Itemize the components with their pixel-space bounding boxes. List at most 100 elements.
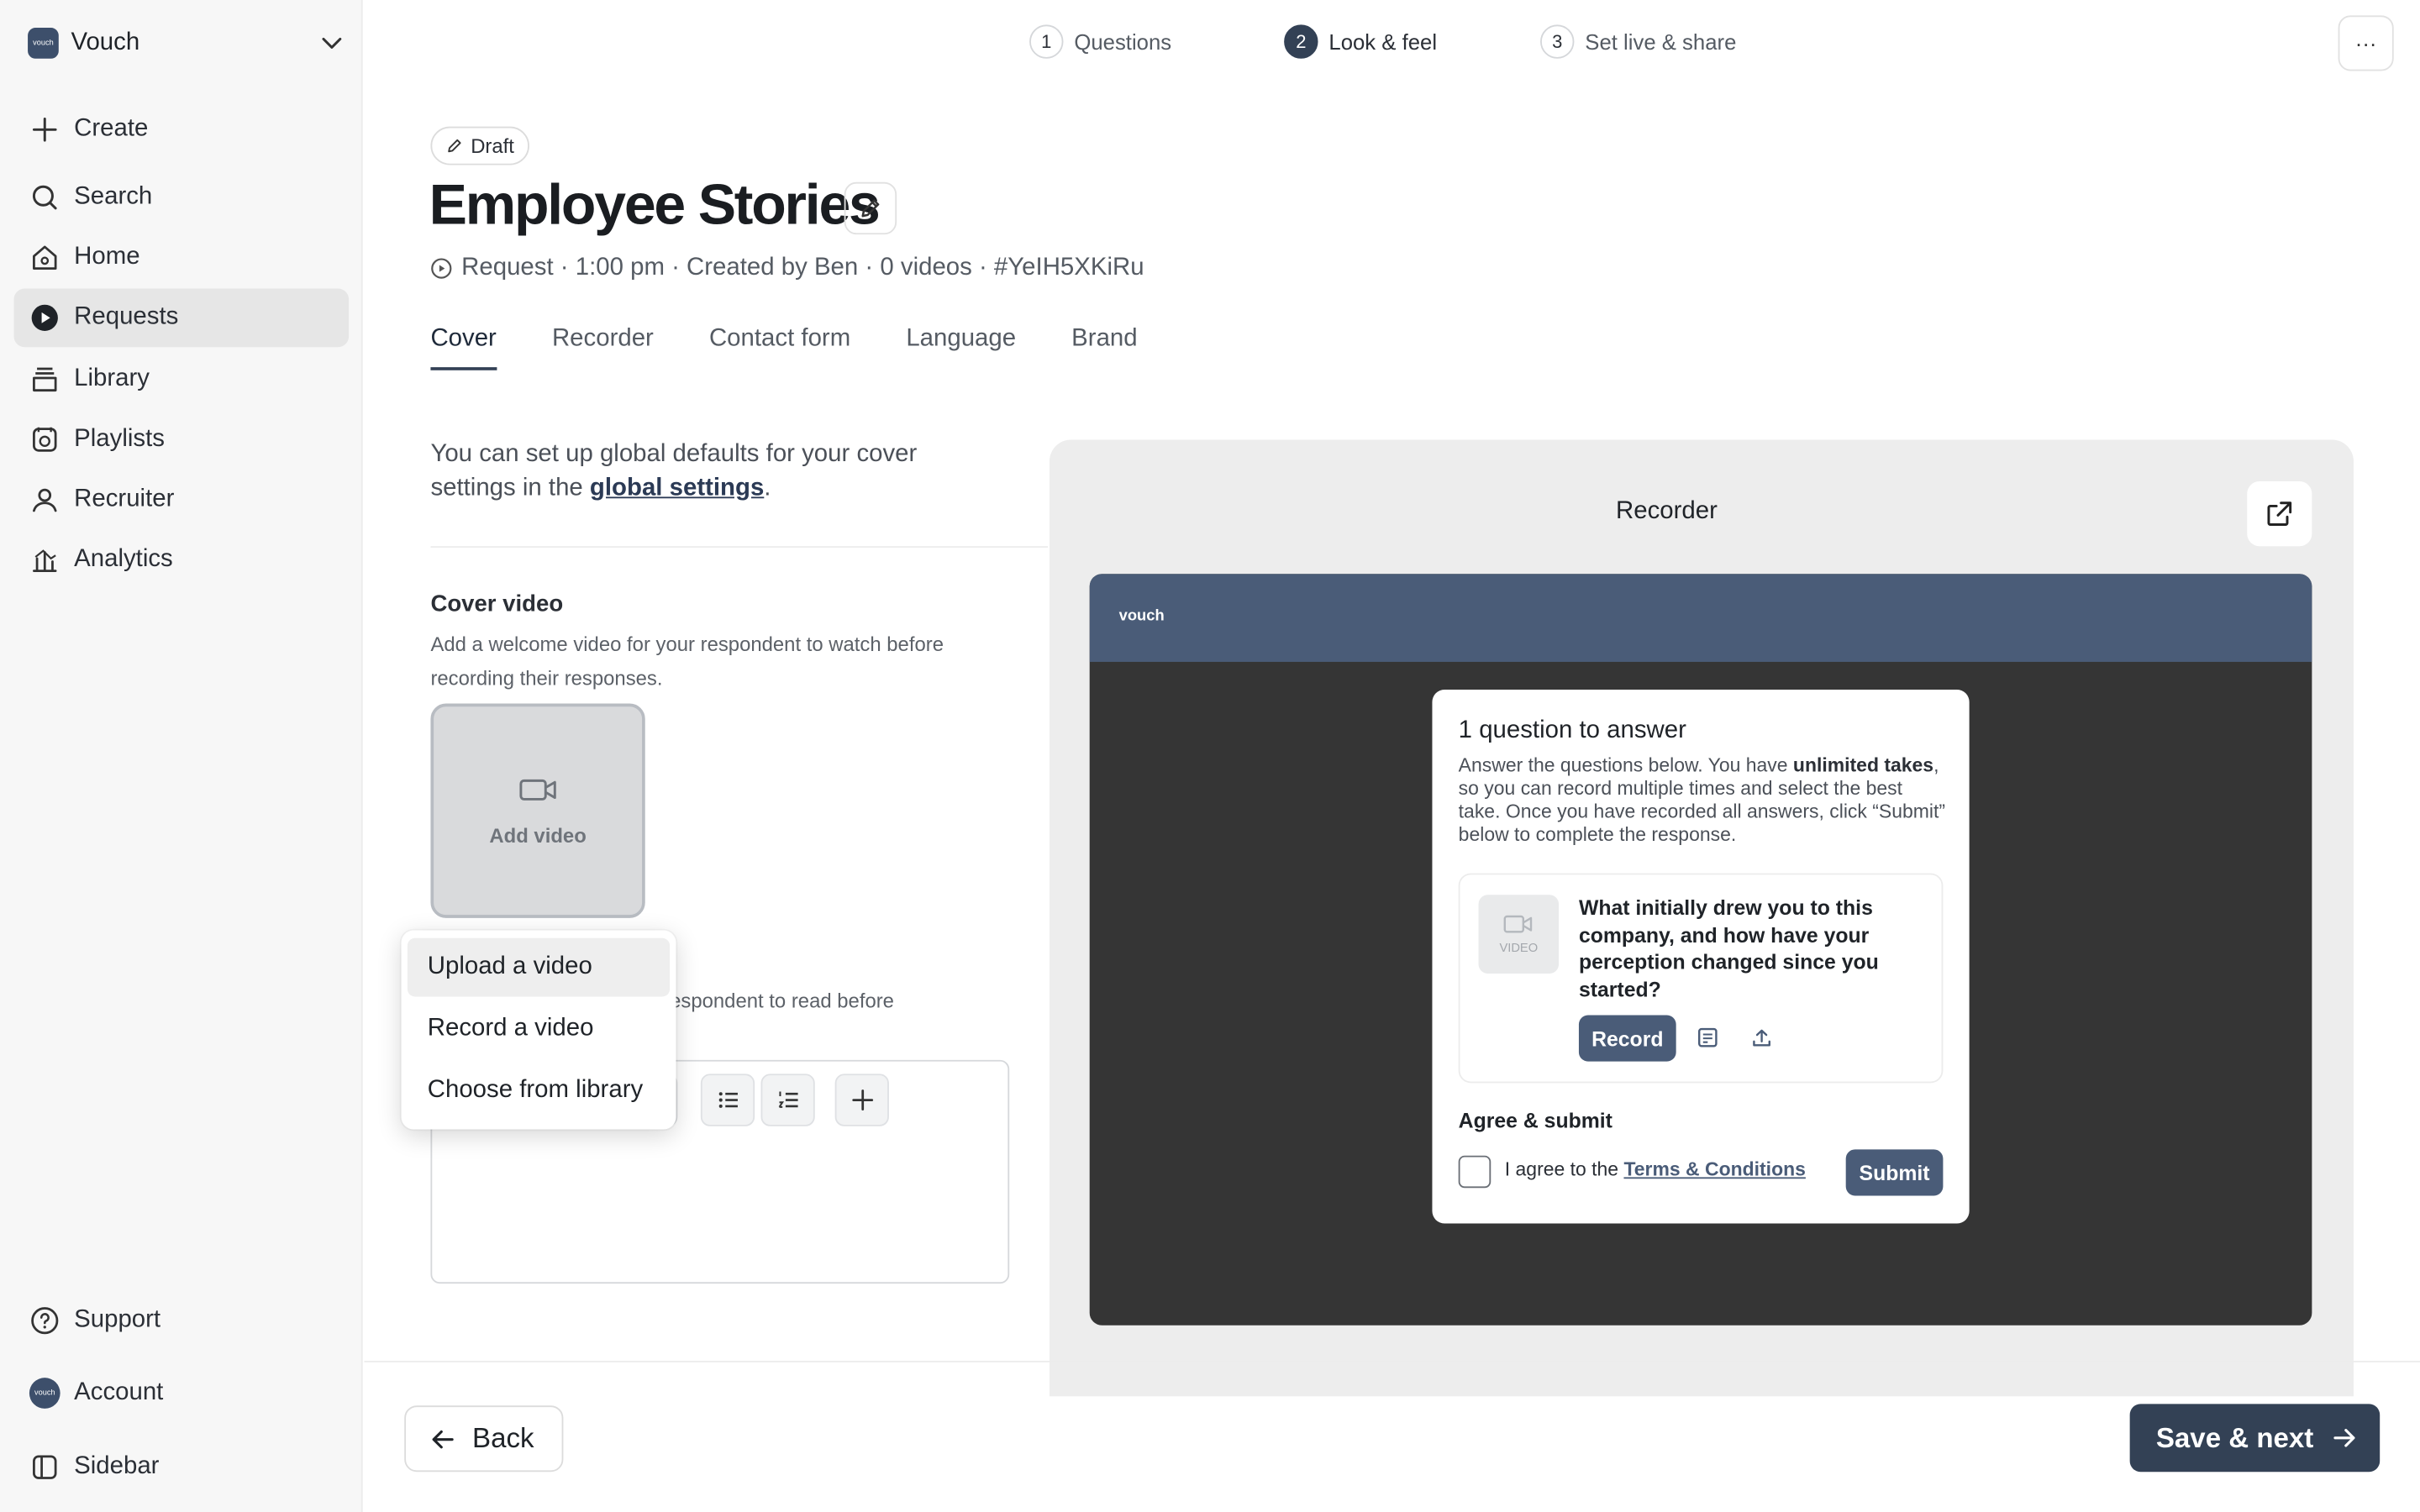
step-questions[interactable]: 1 Questions: [1029, 24, 1172, 59]
insert-button[interactable]: [834, 1074, 889, 1126]
sidebar-item-label: Requests: [74, 303, 179, 331]
chevron-down-icon: [322, 37, 342, 49]
brand-bar: vouch: [1089, 574, 2312, 662]
sidebar-item-label: Library: [74, 365, 150, 392]
card-description: Answer the questions below. You have unl…: [1459, 754, 1949, 847]
sidebar-item-create[interactable]: Create: [14, 100, 350, 159]
bullet-list-icon: [718, 1092, 738, 1108]
step-number: 1: [1029, 24, 1064, 59]
status-badge: Draft: [430, 126, 530, 165]
help-icon: [31, 1307, 59, 1335]
plus-icon: [851, 1089, 873, 1110]
save-and-next-button[interactable]: Save & next: [2129, 1404, 2381, 1473]
preview-title: Recorder: [1616, 498, 1718, 525]
sidebar-item-recruiter[interactable]: Recruiter: [14, 470, 350, 529]
sidebar-item-label: Support: [74, 1306, 161, 1333]
edit-title-button[interactable]: [844, 181, 897, 235]
library-icon: [33, 367, 57, 392]
play-circle-icon: [431, 258, 452, 279]
tab-recorder[interactable]: Recorder: [552, 326, 654, 372]
analytics-icon: [33, 549, 57, 572]
step-label: Set live & share: [1585, 29, 1737, 55]
request-meta: Request · 1:00 pm · Created by Ben · 0 v…: [430, 255, 1144, 282]
global-settings-link[interactable]: global settings: [590, 475, 764, 501]
menu-item-upload-video[interactable]: Upload a video: [407, 937, 671, 997]
plus-icon: [32, 117, 57, 142]
cover-intro: You can set up global defaults for your …: [430, 438, 986, 507]
record-button[interactable]: Record: [1578, 1015, 1676, 1062]
video-camera-icon: [1503, 915, 1533, 933]
terms-link[interactable]: Terms & Conditions: [1623, 1158, 1805, 1180]
sidebar-item-analytics[interactable]: Analytics: [14, 531, 350, 590]
submit-button[interactable]: Submit: [1845, 1149, 1944, 1196]
add-video-label: Add video: [489, 823, 587, 848]
sidebar-item-requests[interactable]: Requests: [13, 288, 350, 348]
more-options-button[interactable]: ···: [2338, 15, 2394, 71]
meta-text: Request · 1:00 pm · Created by Ben · 0 v…: [461, 255, 1144, 281]
agree-prefix: I agree to the: [1504, 1158, 1624, 1181]
workspace-switcher[interactable]: vouch Vouch: [28, 24, 345, 61]
step-look-and-feel[interactable]: 2 Look & feel: [1284, 24, 1438, 59]
page-title: Employee Stories: [429, 172, 881, 237]
tab-cover[interactable]: Cover: [430, 326, 497, 372]
arrow-right-icon: [2333, 1429, 2355, 1447]
sidebar-item-support[interactable]: Support: [14, 1291, 350, 1350]
sidebar-item-label: Recruiter: [74, 486, 175, 512]
menu-item-choose-library[interactable]: Choose from library: [408, 1062, 670, 1121]
intro-suffix: .: [764, 475, 771, 501]
play-circle-icon: [31, 304, 58, 331]
sidebar-item-account[interactable]: vouch Account: [14, 1364, 350, 1423]
video-camera-icon: [518, 779, 555, 801]
cover-video-title: Cover video: [430, 591, 564, 617]
tabs: Cover Recorder Contact form Language Bra…: [430, 326, 1192, 372]
open-preview-button[interactable]: [2247, 481, 2312, 547]
sidebar-item-label: Analytics: [74, 546, 173, 573]
user-icon: [33, 488, 57, 512]
divider: [430, 546, 1049, 549]
back-label: Back: [472, 1422, 534, 1454]
question-text: What initially drew you to this company,…: [1578, 896, 1879, 1001]
cover-video-description: Add a welcome video for your respondent …: [430, 633, 944, 690]
sidebar-item-sidebar-toggle[interactable]: Sidebar: [14, 1438, 350, 1497]
tab-brand[interactable]: Brand: [1071, 326, 1137, 372]
sidebar: vouch Vouch Create Search Home Requests …: [0, 0, 363, 1512]
workspace-logo: vouch: [28, 28, 59, 59]
add-video-button[interactable]: Add video: [430, 703, 645, 918]
tab-contact-form[interactable]: Contact form: [709, 326, 850, 372]
bullet-list-button[interactable]: [700, 1074, 755, 1126]
tab-language[interactable]: Language: [906, 326, 1016, 372]
sidebar-item-home[interactable]: Home: [14, 228, 350, 287]
sidebar-item-library[interactable]: Library: [14, 350, 350, 409]
upload-icon[interactable]: [1750, 1026, 1774, 1049]
add-video-menu: Upload a video Record a video Choose fro…: [401, 930, 676, 1130]
video-thumbnail: VIDEO: [1478, 895, 1560, 974]
playlist-icon: [33, 427, 57, 452]
video-placeholder-label: VIDEO: [1499, 941, 1539, 955]
notes-icon[interactable]: [1697, 1026, 1720, 1049]
external-link-icon: [2267, 501, 2292, 526]
sidebar-item-playlists[interactable]: Playlists: [14, 411, 350, 470]
save-label: Save & next: [2155, 1421, 2314, 1453]
sidebar-item-label: Account: [74, 1379, 164, 1406]
brand-logo: vouch: [1118, 607, 1165, 625]
search-icon: [32, 185, 57, 210]
status-label: Draft: [471, 134, 514, 158]
terms-checkbox[interactable]: [1458, 1155, 1491, 1189]
desc-bold: unlimited takes: [1792, 754, 1934, 776]
sidebar-item-label: Sidebar: [74, 1453, 160, 1480]
workspace-name: Vouch: [71, 29, 140, 56]
step-label: Look & feel: [1328, 29, 1438, 55]
footer-divider: [364, 1360, 2420, 1362]
card-title: 1 question to answer: [1458, 717, 1686, 744]
back-button[interactable]: Back: [404, 1405, 564, 1473]
agree-text: I agree to the Terms & Conditions: [1505, 1158, 1806, 1180]
menu-item-record-video[interactable]: Record a video: [408, 1000, 670, 1058]
numbered-list-button[interactable]: [760, 1074, 815, 1126]
sidebar-item-label: Home: [74, 244, 140, 270]
sidebar-item-search[interactable]: Search: [14, 168, 350, 227]
step-label: Questions: [1074, 29, 1172, 55]
numbered-list-icon: [777, 1091, 797, 1108]
step-set-live-and-share[interactable]: 3 Set live & share: [1540, 24, 1737, 59]
agree-title: Agree & submit: [1458, 1109, 1612, 1133]
desc-text: Answer the questions below. You have: [1458, 754, 1793, 776]
